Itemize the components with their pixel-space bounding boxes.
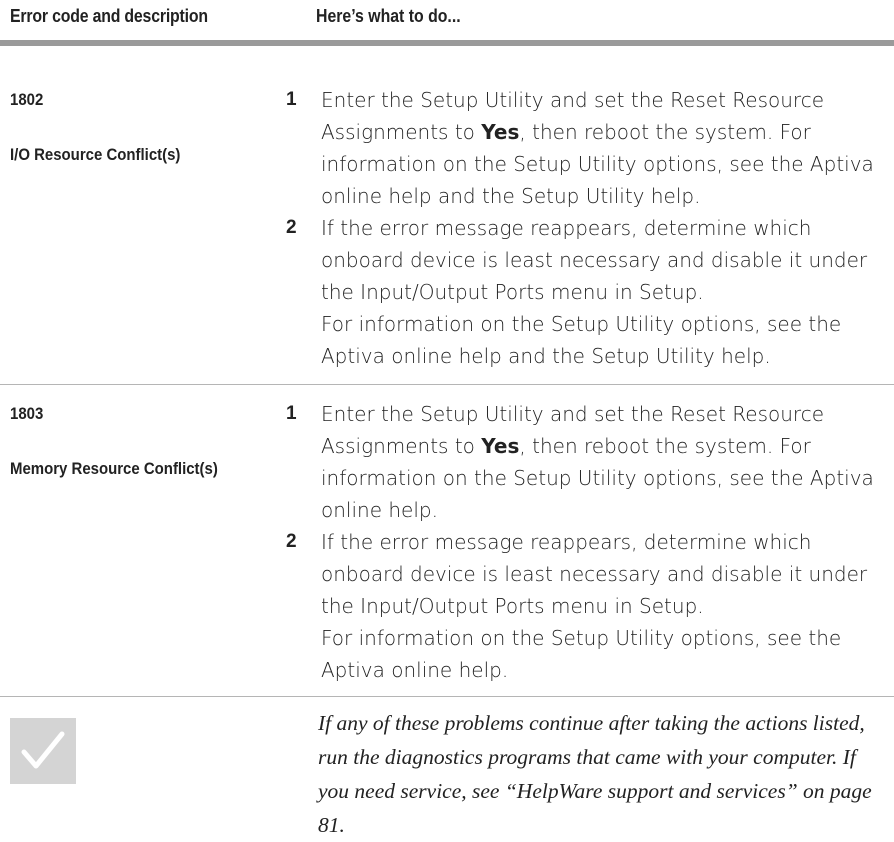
error-description: I/O Resource Conflict(s) xyxy=(10,145,181,164)
emphasis-yes: Yes xyxy=(481,120,520,144)
row-divider xyxy=(0,696,894,697)
step-number: 1 xyxy=(286,403,297,424)
step-text: Enter the Setup Utility and set the Rese… xyxy=(321,88,874,208)
step-text: If the error message reappears, determin… xyxy=(321,216,868,304)
checkmark-icon xyxy=(10,718,76,784)
step-item: 1 Enter the Setup Utility and set the Re… xyxy=(286,84,894,212)
error-code: 1803 xyxy=(10,404,44,423)
step-number: 1 xyxy=(286,89,297,110)
step-item: 1 Enter the Setup Utility and set the Re… xyxy=(286,398,894,526)
step-number: 2 xyxy=(286,531,297,552)
step-item: 2 If the error message reappears, determ… xyxy=(286,526,894,686)
table-header: Error code and description Here’s what t… xyxy=(0,0,894,48)
step-number: 2 xyxy=(286,217,297,238)
header-what-to-do: Here’s what to do... xyxy=(316,6,461,26)
row-divider xyxy=(0,384,894,385)
header-divider xyxy=(0,40,894,46)
note-text: If any of these problems continue after … xyxy=(318,711,872,837)
step-text: Enter the Setup Utility and set the Rese… xyxy=(321,402,874,522)
emphasis-yes: Yes xyxy=(481,434,520,458)
step-text-more: For information on the Setup Utility opt… xyxy=(321,312,842,368)
error-code: 1802 xyxy=(10,90,44,109)
header-error-code: Error code and description xyxy=(10,6,208,26)
troubleshooting-page: Error code and description Here’s what t… xyxy=(0,0,894,840)
steps-list: 1 Enter the Setup Utility and set the Re… xyxy=(286,84,894,372)
step-item: 2 If the error message reappears, determ… xyxy=(286,212,894,372)
error-description: Memory Resource Conflict(s) xyxy=(10,459,218,478)
steps-list: 1 Enter the Setup Utility and set the Re… xyxy=(286,398,894,686)
step-text-more: For information on the Setup Utility opt… xyxy=(321,626,842,682)
step-text: If the error message reappears, determin… xyxy=(321,530,868,618)
